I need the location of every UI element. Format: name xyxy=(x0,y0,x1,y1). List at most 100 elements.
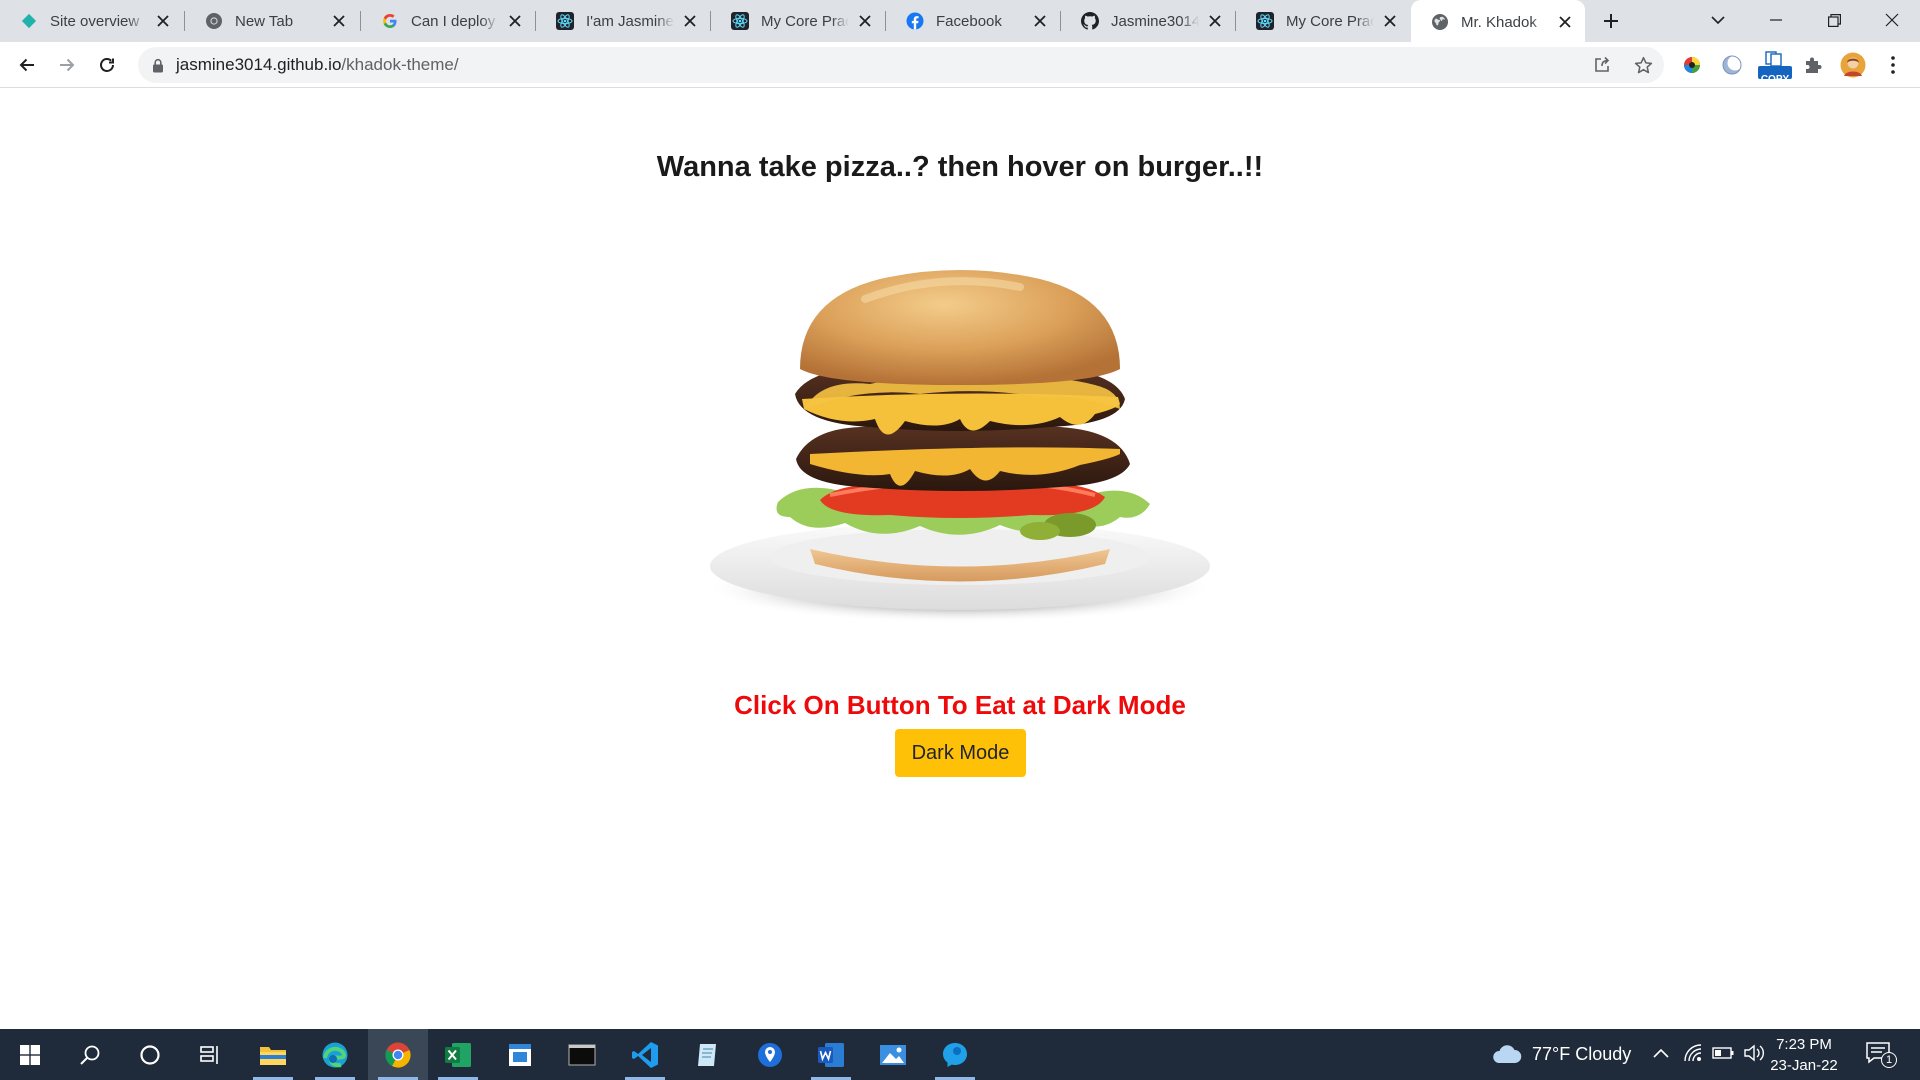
new-tab-button[interactable] xyxy=(1597,7,1625,35)
avatar-icon xyxy=(1840,52,1866,78)
close-icon[interactable] xyxy=(1380,11,1400,31)
dark-mode-button[interactable]: Dark Mode xyxy=(895,729,1026,777)
react-icon xyxy=(731,12,749,30)
burger-image[interactable] xyxy=(700,259,1220,629)
word-app[interactable] xyxy=(801,1029,861,1080)
tab-new-tab[interactable]: New Tab xyxy=(185,0,359,42)
close-icon[interactable] xyxy=(1555,12,1575,32)
close-icon[interactable] xyxy=(1205,11,1225,31)
tab-mr-khadok[interactable]: Mr. Khadok xyxy=(1411,0,1585,44)
address-bar[interactable]: jasmine3014.github.io/khadok-theme/ xyxy=(138,47,1664,83)
reload-button[interactable] xyxy=(91,49,123,81)
tab-title: Mr. Khadok xyxy=(1461,13,1537,31)
clock-date: 23-Jan-22 xyxy=(1770,1057,1838,1074)
edge-app[interactable] xyxy=(305,1029,365,1080)
cortana-button[interactable] xyxy=(120,1029,180,1080)
close-window-button[interactable] xyxy=(1864,0,1920,40)
start-button[interactable] xyxy=(0,1029,60,1080)
tab-search-button[interactable] xyxy=(1690,0,1746,40)
facebook-icon xyxy=(906,12,924,30)
browser-toolbar: jasmine3014.github.io/khadok-theme/ COPY xyxy=(0,42,1920,88)
copy-extension[interactable]: COPY xyxy=(1756,49,1794,85)
tab-my-core-practice-2[interactable]: My Core Pract xyxy=(1236,0,1410,42)
arrow-left-icon xyxy=(19,58,34,72)
page-heading: Wanna take pizza..? then hover on burger… xyxy=(656,151,1264,183)
maps-app[interactable] xyxy=(740,1029,800,1080)
notification-badge: 1 xyxy=(1881,1052,1897,1068)
folder-icon xyxy=(260,1046,286,1065)
close-icon[interactable] xyxy=(1030,11,1050,31)
search-button[interactable] xyxy=(60,1029,120,1080)
tab-title: New Tab xyxy=(235,12,294,30)
profile-avatar[interactable] xyxy=(1837,49,1869,81)
url-path: /khadok-theme/ xyxy=(341,55,459,74)
messenger-app[interactable] xyxy=(925,1029,985,1080)
vscode-icon xyxy=(632,1041,658,1068)
tab-facebook[interactable]: Facebook xyxy=(886,0,1060,42)
tab-can-i-deploy[interactable]: Can I deploy p xyxy=(361,0,535,42)
tab-site-overview[interactable]: Site overview xyxy=(0,0,183,42)
extensions-button[interactable] xyxy=(1797,49,1829,81)
puzzle-icon xyxy=(1806,57,1822,73)
tab-strip: Site overview New Tab Can I deploy p I'a… xyxy=(0,0,1920,44)
task-view-button[interactable] xyxy=(180,1029,240,1080)
vscode-app[interactable] xyxy=(615,1029,675,1080)
excel-app[interactable] xyxy=(428,1029,488,1080)
search-icon xyxy=(80,1045,100,1065)
close-icon[interactable] xyxy=(505,11,525,31)
windows-logo-icon xyxy=(20,1044,40,1065)
close-icon xyxy=(1885,13,1899,27)
terminal-icon xyxy=(568,1043,596,1066)
bookmark-button[interactable] xyxy=(1627,49,1659,81)
chevron-down-icon xyxy=(1711,15,1725,24)
task-view-icon xyxy=(200,1045,218,1064)
url-text[interactable]: jasmine3014.github.io/khadok-theme/ xyxy=(176,55,459,75)
tab-iam-jasmine[interactable]: I'am Jasmine xyxy=(536,0,710,42)
chrome-app[interactable] xyxy=(368,1029,428,1080)
terminal-app[interactable] xyxy=(552,1029,612,1080)
notification-center-button[interactable]: 1 xyxy=(1866,1041,1900,1069)
tab-title: My Core Pract xyxy=(1286,12,1374,30)
chat-bubble-icon xyxy=(943,1042,967,1067)
taskbar-clock[interactable]: 7:23 PM 23-Jan-22 xyxy=(1766,1034,1842,1076)
notepad-app[interactable] xyxy=(490,1029,550,1080)
photos-icon xyxy=(880,1044,906,1065)
tab-my-core-practice[interactable]: My Core Pract xyxy=(711,0,885,42)
close-icon[interactable] xyxy=(855,11,875,31)
minimize-button[interactable] xyxy=(1748,0,1804,40)
chevron-up-icon[interactable] xyxy=(1653,1046,1669,1064)
back-button[interactable] xyxy=(11,49,43,81)
chrome-icon xyxy=(205,12,223,30)
share-button[interactable] xyxy=(1586,49,1618,81)
volume-icon[interactable] xyxy=(1743,1043,1765,1068)
tab-github[interactable]: Jasmine3014/ xyxy=(1061,0,1235,42)
arrow-right-icon xyxy=(60,58,75,72)
moon-icon xyxy=(1722,55,1743,75)
battery-icon[interactable] xyxy=(1712,1046,1734,1065)
web-page: Wanna take pizza..? then hover on burger… xyxy=(0,89,1920,1029)
close-icon[interactable] xyxy=(680,11,700,31)
weather-text[interactable]: 77°F Cloudy xyxy=(1532,1044,1631,1065)
tab-title: Can I deploy p xyxy=(411,12,499,30)
react-icon xyxy=(556,12,574,30)
notes-app[interactable] xyxy=(677,1029,737,1080)
color-picker-extension[interactable] xyxy=(1676,49,1708,81)
close-icon[interactable] xyxy=(329,11,349,31)
chrome-menu-button[interactable] xyxy=(1877,49,1909,81)
extension-moon[interactable] xyxy=(1716,49,1748,81)
close-icon[interactable] xyxy=(153,11,173,31)
clock-time: 7:23 PM xyxy=(1776,1036,1832,1053)
tab-title: My Core Pract xyxy=(761,12,849,30)
reload-icon xyxy=(100,58,114,72)
wifi-icon[interactable] xyxy=(1683,1043,1703,1068)
share-icon xyxy=(1595,56,1610,72)
weather-icon[interactable] xyxy=(1492,1043,1522,1070)
map-pin-icon xyxy=(758,1042,782,1067)
forward-button[interactable] xyxy=(51,49,83,81)
github-icon xyxy=(1081,12,1099,30)
globe-icon xyxy=(1431,13,1449,31)
file-explorer-app[interactable] xyxy=(243,1029,303,1080)
restore-button[interactable] xyxy=(1806,0,1862,40)
paper-icon xyxy=(698,1043,716,1066)
photos-app[interactable] xyxy=(863,1029,923,1080)
